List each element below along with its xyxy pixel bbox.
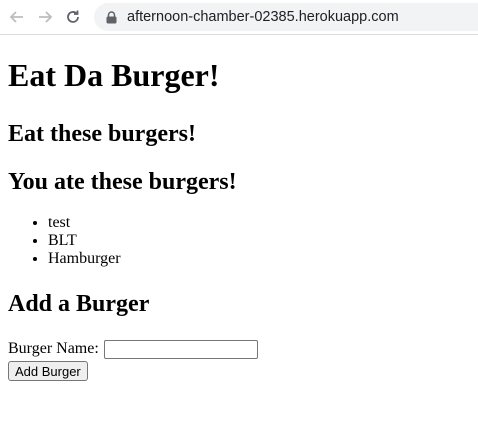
page-title: Eat Da Burger! [8, 57, 220, 93]
add-burger-form: Burger Name: Add Burger [8, 338, 470, 381]
address-bar[interactable]: afternoon-chamber-02385.herokuapp.com [94, 3, 478, 31]
back-arrow-icon[interactable] [6, 6, 28, 28]
burger-name-label: Burger Name: [8, 340, 99, 357]
ate-burgers-heading: You ate these burgers! [8, 169, 237, 195]
lock-icon [106, 10, 117, 24]
page-content: Eat Da Burger! Eat these burgers! You at… [0, 57, 478, 381]
reload-icon[interactable] [62, 6, 84, 28]
eaten-burgers-list: test BLT Hamburger [8, 214, 470, 268]
burger-name-input[interactable] [103, 339, 258, 359]
list-item: BLT [48, 232, 470, 250]
url-text: afternoon-chamber-02385.herokuapp.com [127, 9, 399, 25]
add-burger-button[interactable]: Add Burger [8, 361, 88, 381]
browser-toolbar: afternoon-chamber-02385.herokuapp.com [0, 0, 478, 35]
list-item: test [48, 214, 470, 232]
list-item: Hamburger [48, 250, 470, 268]
eat-burgers-heading: Eat these burgers! [8, 121, 196, 147]
add-burger-heading: Add a Burger [8, 291, 150, 317]
forward-arrow-icon[interactable] [34, 6, 56, 28]
